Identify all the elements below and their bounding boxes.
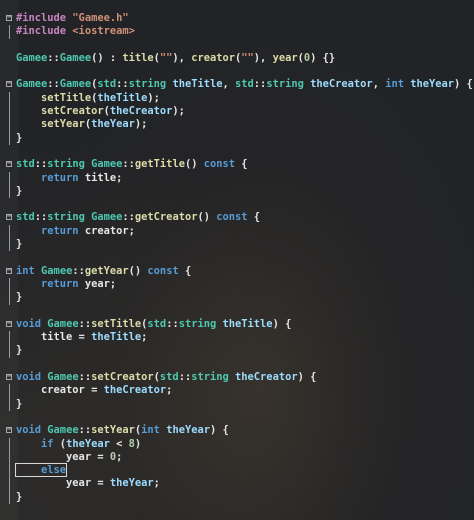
code-line[interactable]: void Gamee::setTitle(std::string theTitl… <box>0 318 474 331</box>
fold-guide-line <box>9 490 10 504</box>
code-line[interactable] <box>0 305 474 318</box>
code-text: setYear(theYear); <box>41 118 148 131</box>
fold-guide-line <box>9 291 10 305</box>
code-line[interactable]: } <box>0 184 474 199</box>
code-text: } <box>16 131 23 144</box>
code-text: #include <iostream> <box>16 25 135 38</box>
fold-toggle-icon[interactable] <box>6 214 12 221</box>
code-text: return year; <box>41 277 117 290</box>
code-text: } <box>16 291 23 304</box>
code-line[interactable] <box>0 198 474 211</box>
code-line[interactable]: year = 0; <box>0 450 474 465</box>
code-line[interactable]: } <box>0 291 474 305</box>
code-text: if (theYear < 8) <box>41 437 142 450</box>
fold-guide-line <box>9 397 10 411</box>
code-line[interactable]: } <box>0 397 474 411</box>
code-line[interactable] <box>0 411 474 424</box>
fold-guide-line <box>9 277 10 292</box>
code-line[interactable]: return title; <box>0 171 474 185</box>
code-text: void Gamee::setCreator(std::string theCr… <box>16 371 317 384</box>
code-area[interactable]: #include "Gamee.h"#include <iostream> Gam… <box>0 12 474 504</box>
code-text: title = theTitle; <box>16 331 148 344</box>
code-text: } <box>16 490 23 503</box>
code-text: return title; <box>41 171 123 184</box>
fold-toggle-icon[interactable] <box>6 267 12 274</box>
fold-guide-line <box>9 464 10 478</box>
code-editor[interactable]: #include "Gamee.h"#include <iostream> Gam… <box>0 0 474 520</box>
code-line[interactable]: setCreator(theCreator); <box>0 105 474 119</box>
code-line[interactable]: year = theYear; <box>0 477 474 491</box>
code-line[interactable] <box>0 65 474 78</box>
code-text: void Gamee::setYear(int theYear) { <box>16 424 229 437</box>
code-line[interactable]: creator = theCreator; <box>0 384 474 398</box>
fold-guide-line <box>9 184 10 199</box>
fold-guide-line <box>9 25 10 39</box>
code-text: setCreator(theCreator); <box>41 105 185 118</box>
fold-guide-line <box>9 171 10 185</box>
fold-guide-line <box>9 224 10 239</box>
code-text: } <box>16 397 23 410</box>
code-line[interactable] <box>0 145 474 158</box>
code-text: } <box>16 238 23 251</box>
code-line[interactable] <box>0 39 474 52</box>
code-line[interactable]: } <box>0 131 474 145</box>
code-line[interactable]: setYear(theYear); <box>0 118 474 132</box>
fold-guide-line <box>9 118 10 132</box>
code-line[interactable] <box>0 358 474 371</box>
code-text: else <box>14 463 68 478</box>
code-line[interactable]: #include "Gamee.h" <box>0 12 474 25</box>
fold-guide-line <box>9 477 10 491</box>
fold-toggle-icon[interactable] <box>6 15 12 21</box>
fold-guide-line <box>9 131 10 145</box>
fold-guide-line <box>9 384 10 398</box>
code-line[interactable]: void Gamee::setYear(int theYear) { <box>0 424 474 437</box>
code-text: Gamee::Gamee(std::string theTitle, std::… <box>16 78 473 91</box>
fold-guide-line <box>9 344 10 358</box>
fold-guide-line <box>9 238 10 252</box>
code-text: creator = theCreator; <box>16 384 173 397</box>
code-line[interactable]: else <box>0 463 474 478</box>
code-line[interactable]: } <box>0 344 474 358</box>
code-line[interactable]: return year; <box>0 277 474 292</box>
code-line[interactable] <box>0 251 474 264</box>
code-line[interactable]: #include <iostream> <box>0 25 474 39</box>
code-line[interactable]: std::string Gamee::getCreator() const { <box>0 211 474 224</box>
code-text: } <box>16 184 23 197</box>
code-line[interactable]: return creator; <box>0 224 474 239</box>
code-text: std::string Gamee::getCreator() const { <box>16 211 261 224</box>
code-text: year = 0; <box>16 450 123 463</box>
fold-toggle-icon[interactable] <box>6 81 12 88</box>
code-line[interactable]: Gamee::Gamee() : title(""), creator(""),… <box>0 52 474 65</box>
code-text: #include "Gamee.h" <box>16 12 129 24</box>
fold-toggle-icon[interactable] <box>6 161 12 168</box>
code-line[interactable]: void Gamee::setCreator(std::string theCr… <box>0 371 474 384</box>
code-text: void Gamee::setTitle(std::string theTitl… <box>16 317 292 330</box>
fold-guide-line <box>9 331 10 345</box>
fold-guide-line <box>9 105 10 119</box>
code-line[interactable]: } <box>0 238 474 252</box>
fold-guide-line <box>9 91 10 106</box>
code-text: return creator; <box>41 224 135 237</box>
code-line[interactable]: std::string Gamee::getTitle() const { <box>0 158 474 171</box>
code-text: int Gamee::getYear() const { <box>16 264 192 277</box>
code-text: Gamee::Gamee() : title(""), creator(""),… <box>16 51 336 64</box>
code-line[interactable]: Gamee::Gamee(std::string theTitle, std::… <box>0 78 474 91</box>
code-text: std::string Gamee::getTitle() const { <box>16 158 248 171</box>
code-line[interactable]: if (theYear < 8) <box>0 437 474 451</box>
code-text: } <box>16 344 23 357</box>
code-line[interactable]: } <box>0 490 474 504</box>
code-text: setTitle(theTitle); <box>41 91 160 104</box>
fold-guide-line <box>9 437 10 451</box>
code-line[interactable]: int Gamee::getYear() const { <box>0 265 474 278</box>
code-text: year = theYear; <box>16 477 160 490</box>
fold-toggle-icon[interactable] <box>6 427 12 434</box>
code-line[interactable]: title = theTitle; <box>0 331 474 345</box>
fold-toggle-icon[interactable] <box>6 374 12 381</box>
fold-toggle-icon[interactable] <box>6 320 12 327</box>
fold-guide-line <box>9 450 10 465</box>
code-line[interactable]: setTitle(theTitle); <box>0 91 474 106</box>
